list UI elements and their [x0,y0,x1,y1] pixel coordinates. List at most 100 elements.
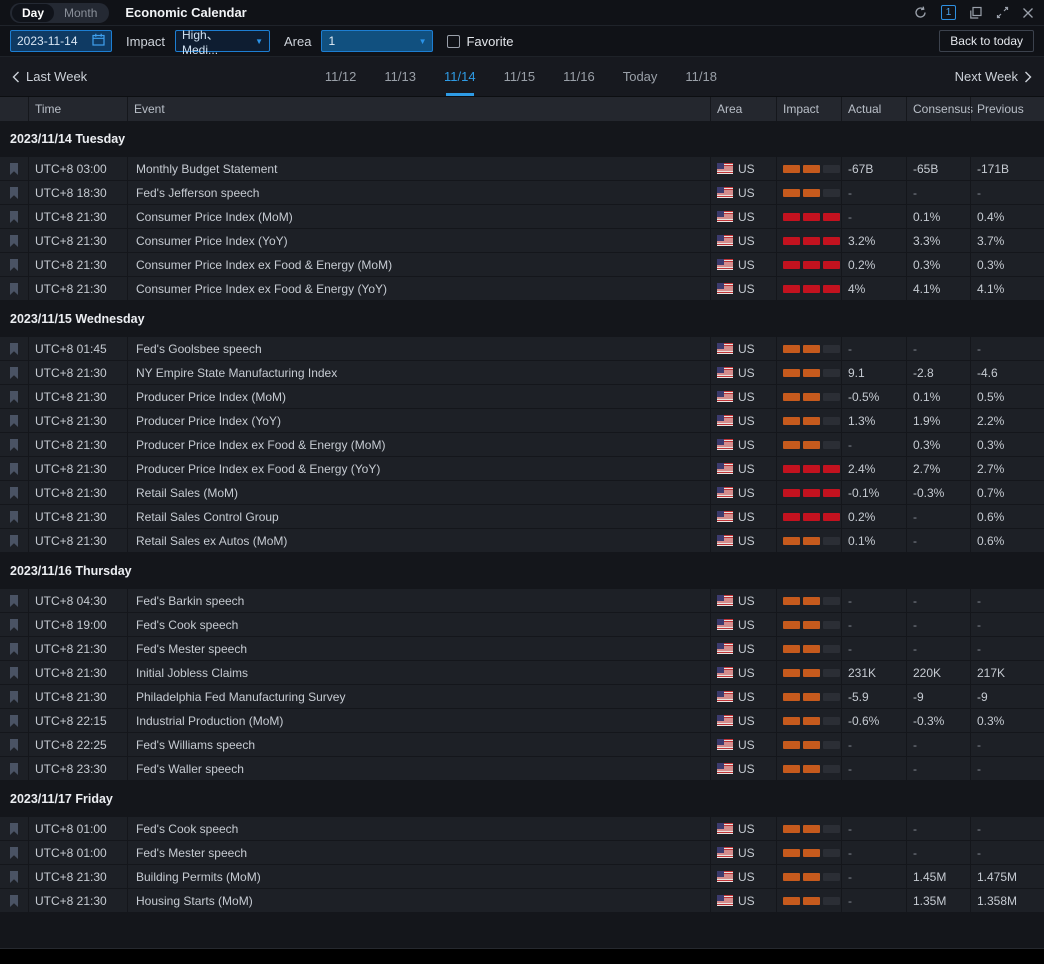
table-row: UTC+8 04:30 Fed's Barkin speech US - - - [0,589,1044,613]
event-impact [776,817,841,840]
impact-select[interactable]: High、Medi... ▼ [175,30,270,52]
table-row: UTC+8 21:30 Producer Price Index ex Food… [0,457,1044,481]
event-name: Fed's Mester speech [127,637,710,660]
close-icon[interactable] [1022,7,1034,19]
event-actual: 0.2% [841,505,906,528]
bookmark-icon[interactable] [0,181,28,204]
popout-icon[interactable] [969,6,983,20]
event-actual: - [841,613,906,636]
header-area: Area [710,97,776,121]
bookmark-icon[interactable] [0,337,28,360]
impact-bars [783,741,840,749]
week-day-tab-11-13[interactable]: 11/13 [370,57,430,96]
bookmark-icon[interactable] [0,817,28,840]
table-row: UTC+8 21:30 Producer Price Index (YoY) U… [0,409,1044,433]
event-name: Fed's Cook speech [127,817,710,840]
area-label: US [738,714,755,728]
event-area: US [710,865,776,888]
bookmark-icon[interactable] [0,589,28,612]
impact-bars [783,237,840,245]
week-day-tab-11-18[interactable]: 11/18 [671,57,731,96]
day-group: 2023/11/17 Friday UTC+8 01:00 Fed's Cook… [0,781,1044,913]
last-week-button[interactable]: Last Week [12,69,87,84]
economic-calendar-window: Day Month Economic Calendar 1 2023-11-14 [0,0,1044,964]
event-time: UTC+8 21:30 [28,505,127,528]
event-impact [776,505,841,528]
event-time: UTC+8 19:00 [28,613,127,636]
bookmark-icon[interactable] [0,613,28,636]
bookmark-icon[interactable] [0,685,28,708]
bookmark-icon[interactable] [0,529,28,552]
bookmark-icon[interactable] [0,457,28,480]
impact-bars [783,669,840,677]
event-consensus: 1.45M [906,865,970,888]
area-label: US [738,282,755,296]
event-area: US [710,505,776,528]
bookmark-icon[interactable] [0,757,28,780]
area-label: US [738,342,755,356]
expand-icon[interactable] [996,6,1009,19]
table-row: UTC+8 21:30 Consumer Price Index ex Food… [0,277,1044,301]
bookmark-icon[interactable] [0,409,28,432]
favorite-filter[interactable]: Favorite [447,34,513,49]
event-name: Philadelphia Fed Manufacturing Survey [127,685,710,708]
favorite-checkbox[interactable] [447,35,460,48]
refresh-icon[interactable] [913,5,928,20]
event-impact [776,685,841,708]
bookmark-icon[interactable] [0,637,28,660]
header-previous: Previous [970,97,1044,121]
event-time: UTC+8 21:30 [28,229,127,252]
bookmark-icon[interactable] [0,889,28,912]
table-row: UTC+8 21:30 NY Empire State Manufacturin… [0,361,1044,385]
event-time: UTC+8 23:30 [28,757,127,780]
event-time: UTC+8 18:30 [28,181,127,204]
event-impact [776,181,841,204]
bookmark-icon[interactable] [0,709,28,732]
bookmark-icon[interactable] [0,277,28,300]
event-previous: 4.1% [970,277,1044,300]
event-previous: - [970,337,1044,360]
event-consensus: -2.8 [906,361,970,384]
bookmark-icon[interactable] [0,865,28,888]
event-consensus: - [906,841,970,864]
bookmark-icon[interactable] [0,253,28,276]
table-row: UTC+8 21:30 Initial Jobless Claims US 23… [0,661,1044,685]
back-to-today-button[interactable]: Back to today [939,30,1034,52]
area-label: US [738,690,755,704]
bookmark-icon[interactable] [0,229,28,252]
event-area: US [710,361,776,384]
next-week-button[interactable]: Next Week [955,69,1032,84]
tab-day[interactable]: Day [12,4,54,22]
tab-month[interactable]: Month [54,4,107,22]
event-impact [776,409,841,432]
bookmark-icon[interactable] [0,433,28,456]
bookmark-icon[interactable] [0,505,28,528]
bottom-band [0,948,1044,964]
date-picker-input[interactable]: 2023-11-14 [10,30,112,52]
area-label: US [738,594,755,608]
week-day-tab-11-16[interactable]: 11/16 [549,57,609,96]
week-day-tab-11-12[interactable]: 11/12 [311,57,371,96]
event-area: US [710,385,776,408]
bookmark-icon[interactable] [0,157,28,180]
window-count-badge[interactable]: 1 [941,5,956,20]
week-day-tab-11-14[interactable]: 11/14 [430,57,490,96]
week-day-tab-today[interactable]: Today [609,57,672,96]
bookmark-icon[interactable] [0,733,28,756]
event-previous: - [970,181,1044,204]
event-name: Fed's Barkin speech [127,589,710,612]
table-header: Time Event Area Impact Actual Consensus … [0,97,1044,121]
bookmark-icon[interactable] [0,841,28,864]
event-impact [776,733,841,756]
bookmark-icon[interactable] [0,481,28,504]
bookmark-icon[interactable] [0,385,28,408]
bookmark-icon[interactable] [0,205,28,228]
bookmark-icon[interactable] [0,661,28,684]
event-consensus: 2.7% [906,457,970,480]
impact-bars [783,621,840,629]
event-area: US [710,637,776,660]
area-select[interactable]: 1 ▼ [321,30,433,52]
week-day-tab-11-15[interactable]: 11/15 [490,57,550,96]
bookmark-icon[interactable] [0,361,28,384]
header-actual: Actual [841,97,906,121]
